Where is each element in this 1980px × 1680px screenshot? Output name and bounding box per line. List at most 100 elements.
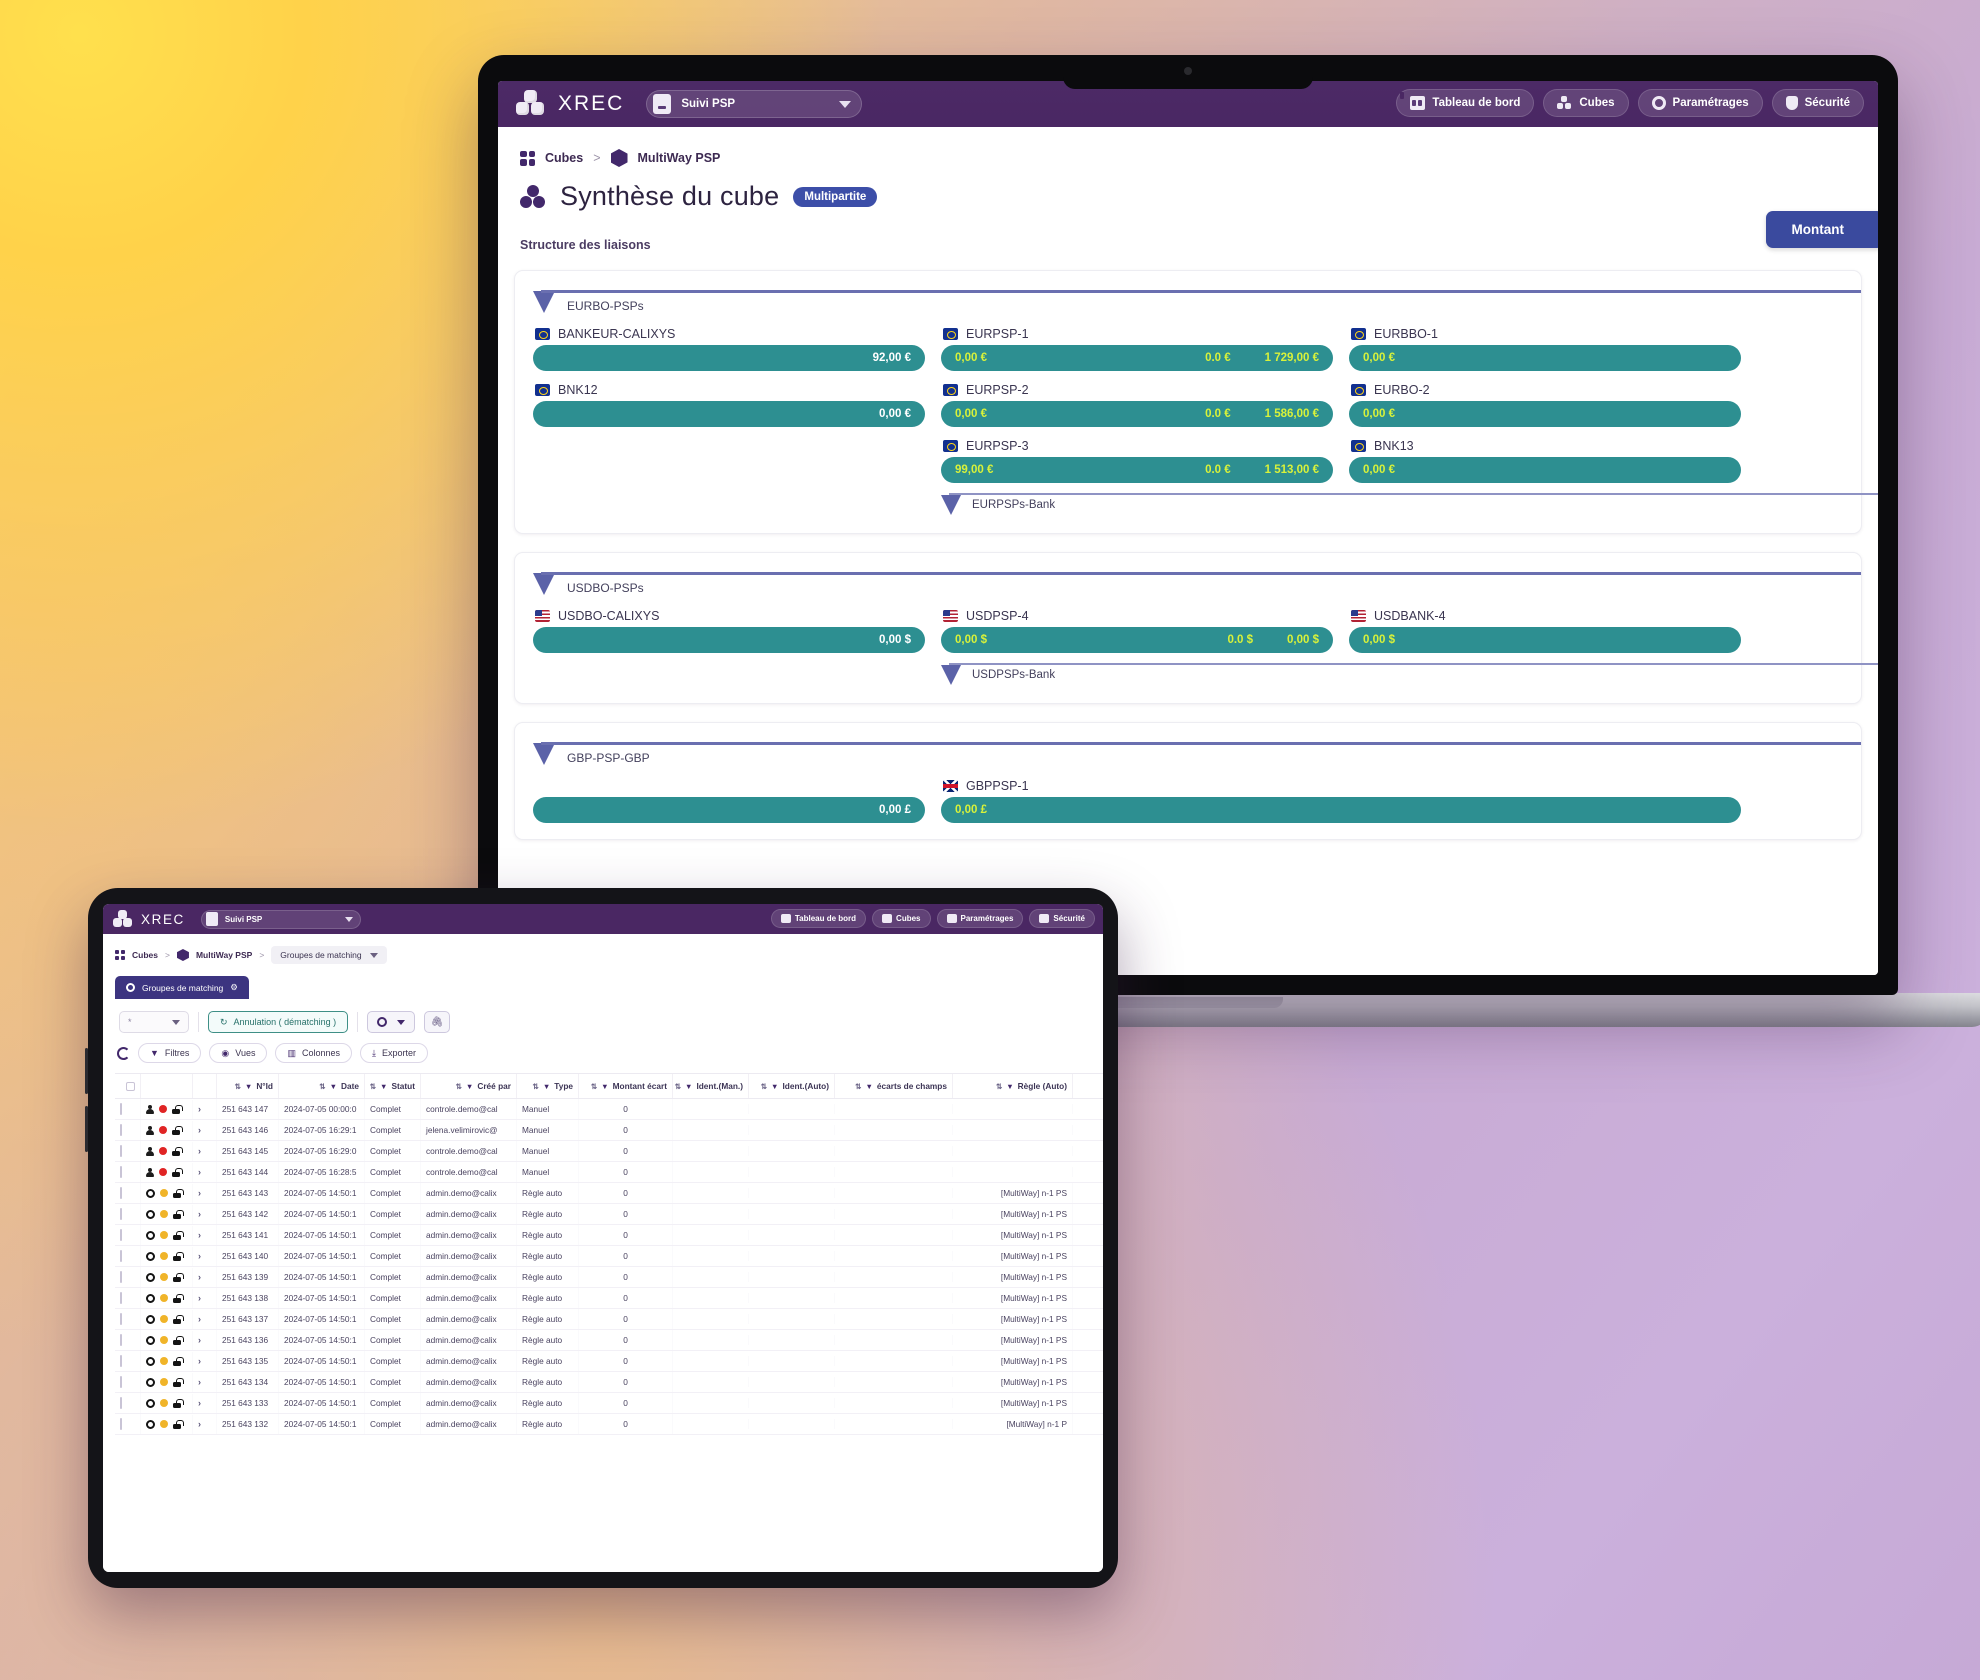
amount-bar[interactable]: 0,00 $ bbox=[533, 627, 925, 653]
chevron-right-icon[interactable]: › bbox=[198, 1398, 201, 1408]
collapse-triangle-icon[interactable] bbox=[941, 495, 961, 515]
row-expand-cell[interactable]: › bbox=[193, 1414, 217, 1434]
unlock-icon[interactable] bbox=[173, 1335, 184, 1345]
chevron-right-icon[interactable]: › bbox=[198, 1356, 201, 1366]
unlock-icon[interactable] bbox=[173, 1272, 184, 1282]
table-row[interactable]: › 251 643 143 2024-07-05 14:50:1 Complet adm… bbox=[115, 1183, 1103, 1204]
amount-bar[interactable]: 0,00 € 0.0 € 1 586,00 € bbox=[941, 401, 1333, 427]
breadcrumb-current[interactable]: MultiWay PSP bbox=[638, 151, 721, 165]
row-expand-cell[interactable]: › bbox=[193, 1330, 217, 1350]
header-regle-auto[interactable]: ⇅ ▼ Règle (Auto) bbox=[953, 1074, 1073, 1098]
amount-bar[interactable]: 0,00 € 0.0 € 1 729,00 € bbox=[941, 345, 1333, 371]
row-expand-cell[interactable]: › bbox=[193, 1267, 217, 1287]
row-checkbox[interactable] bbox=[120, 1208, 122, 1220]
header-date[interactable]: ⇅ ▼ Date bbox=[279, 1074, 365, 1098]
chevron-right-icon[interactable]: › bbox=[198, 1167, 201, 1177]
exporter-button[interactable]: ⤓ Exporter bbox=[360, 1043, 429, 1063]
row-checkbox[interactable] bbox=[120, 1145, 122, 1157]
nav-item-dashboard[interactable]: Tableau de bord bbox=[770, 909, 867, 928]
chevron-right-icon[interactable]: › bbox=[198, 1146, 201, 1156]
amount-bar[interactable]: 0,00 £ bbox=[941, 797, 1741, 823]
row-select-cell[interactable] bbox=[115, 1414, 141, 1434]
row-checkbox[interactable] bbox=[120, 1355, 122, 1367]
collapse-triangle-icon[interactable] bbox=[941, 665, 961, 685]
context-select[interactable]: Suivi PSP bbox=[646, 90, 863, 118]
amount-bar[interactable]: 0,00 € bbox=[1349, 345, 1741, 371]
group-header-usdbo[interactable]: USDBO-PSPs bbox=[533, 572, 1861, 595]
header-ident-auto[interactable]: ⇅ ▼ Ident.(Auto) bbox=[749, 1074, 835, 1098]
table-row[interactable]: › 251 643 140 2024-07-05 14:50:1 Complet adm… bbox=[115, 1246, 1103, 1267]
chevron-right-icon[interactable]: › bbox=[198, 1209, 201, 1219]
row-expand-cell[interactable]: › bbox=[193, 1393, 217, 1413]
tablet-volume-down-button[interactable] bbox=[85, 1106, 88, 1152]
attachment-button[interactable]: 🖇 bbox=[424, 1011, 451, 1033]
row-select-cell[interactable] bbox=[115, 1393, 141, 1413]
montant-button[interactable]: Montant bbox=[1765, 211, 1878, 248]
row-checkbox[interactable] bbox=[120, 1229, 122, 1241]
refresh-icon[interactable] bbox=[117, 1046, 130, 1060]
breadcrumb-current-select[interactable]: Groupes de matching bbox=[271, 946, 387, 964]
collapse-triangle-icon[interactable] bbox=[533, 573, 555, 595]
row-select-cell[interactable] bbox=[115, 1141, 141, 1161]
table-row[interactable]: › 251 643 136 2024-07-05 14:50:1 Complet adm… bbox=[115, 1330, 1103, 1351]
row-select-cell[interactable] bbox=[115, 1372, 141, 1392]
colonnes-button[interactable]: ▥ Colonnes bbox=[275, 1043, 353, 1063]
nav-item-securite[interactable]: Sécurité bbox=[1771, 89, 1864, 117]
amount-bar[interactable]: 0,00 € bbox=[533, 401, 925, 427]
amount-bar[interactable]: 99,00 € 0.0 € 1 513,00 € bbox=[941, 457, 1333, 483]
table-row[interactable]: › 251 643 145 2024-07-05 16:29:0 Complet con… bbox=[115, 1141, 1103, 1162]
row-expand-cell[interactable]: › bbox=[193, 1141, 217, 1161]
unlock-icon[interactable] bbox=[173, 1377, 184, 1387]
row-checkbox[interactable] bbox=[120, 1271, 122, 1283]
bulk-action-select[interactable]: * bbox=[119, 1011, 189, 1033]
nav-item-parametrages[interactable]: Paramétrages bbox=[1637, 89, 1763, 117]
select-all-checkbox[interactable] bbox=[126, 1081, 135, 1091]
table-row[interactable]: › 251 643 132 2024-07-05 14:50:1 Complet adm… bbox=[115, 1414, 1103, 1435]
row-expand-cell[interactable]: › bbox=[193, 1120, 217, 1140]
table-row[interactable]: › 251 643 141 2024-07-05 14:50:1 Complet adm… bbox=[115, 1225, 1103, 1246]
row-checkbox[interactable] bbox=[120, 1187, 122, 1199]
row-select-cell[interactable] bbox=[115, 1309, 141, 1329]
subgroup-eurpsps-bank[interactable]: EURPSPs-Bank bbox=[941, 493, 1878, 515]
amount-bar[interactable]: 0,00 $ bbox=[1349, 627, 1741, 653]
chevron-right-icon[interactable]: › bbox=[198, 1188, 201, 1198]
row-expand-cell[interactable]: › bbox=[193, 1204, 217, 1224]
row-select-cell[interactable] bbox=[115, 1204, 141, 1224]
nav-item-securite[interactable]: Sécurité bbox=[1029, 909, 1095, 928]
annulation-dematching-button[interactable]: ↻ Annulation ( dématching ) bbox=[208, 1011, 349, 1033]
table-row[interactable]: › 251 643 142 2024-07-05 14:50:1 Complet adm… bbox=[115, 1204, 1103, 1225]
row-select-cell[interactable] bbox=[115, 1351, 141, 1371]
row-expand-cell[interactable]: › bbox=[193, 1309, 217, 1329]
nav-item-dashboard[interactable]: Tableau de bord bbox=[1396, 89, 1535, 117]
row-expand-cell[interactable]: › bbox=[193, 1288, 217, 1308]
amount-bar[interactable]: 92,00 € bbox=[533, 345, 925, 371]
row-select-cell[interactable] bbox=[115, 1099, 141, 1119]
unlock-icon[interactable] bbox=[172, 1167, 183, 1177]
collapse-triangle-icon[interactable] bbox=[533, 743, 555, 765]
nav-item-parametrages[interactable]: Paramétrages bbox=[936, 909, 1024, 928]
row-checkbox[interactable] bbox=[120, 1334, 122, 1346]
row-select-cell[interactable] bbox=[115, 1267, 141, 1287]
filtres-button[interactable]: ▼ Filtres bbox=[138, 1043, 202, 1063]
collapse-triangle-icon[interactable] bbox=[533, 291, 555, 313]
table-row[interactable]: › 251 643 146 2024-07-05 16:29:1 Complet jel… bbox=[115, 1120, 1103, 1141]
chevron-right-icon[interactable]: › bbox=[198, 1104, 201, 1114]
table-row[interactable]: › 251 643 144 2024-07-05 16:28:5 Complet con… bbox=[115, 1162, 1103, 1183]
nav-item-cubes[interactable]: Cubes bbox=[872, 909, 931, 928]
unlock-icon[interactable] bbox=[172, 1146, 183, 1156]
breadcrumb-root[interactable]: Cubes bbox=[132, 950, 158, 960]
table-row[interactable]: › 251 643 135 2024-07-05 14:50:1 Complet adm… bbox=[115, 1351, 1103, 1372]
group-header-eurbo[interactable]: EURBO-PSPs bbox=[533, 290, 1861, 313]
row-expand-cell[interactable]: › bbox=[193, 1162, 217, 1182]
row-expand-cell[interactable]: › bbox=[193, 1183, 217, 1203]
row-checkbox[interactable] bbox=[120, 1397, 122, 1409]
unlock-icon[interactable] bbox=[173, 1188, 184, 1198]
row-checkbox[interactable] bbox=[120, 1292, 122, 1304]
row-checkbox[interactable] bbox=[120, 1376, 122, 1388]
chevron-right-icon[interactable]: › bbox=[198, 1335, 201, 1345]
unlock-icon[interactable] bbox=[173, 1293, 184, 1303]
row-checkbox[interactable] bbox=[120, 1166, 122, 1178]
subgroup-usdpsps-bank[interactable]: USDPSPs-Bank bbox=[941, 663, 1878, 685]
select-all-header[interactable] bbox=[115, 1074, 141, 1098]
amount-bar[interactable]: 0,00 $ 0.0 $ 0,00 $ bbox=[941, 627, 1333, 653]
